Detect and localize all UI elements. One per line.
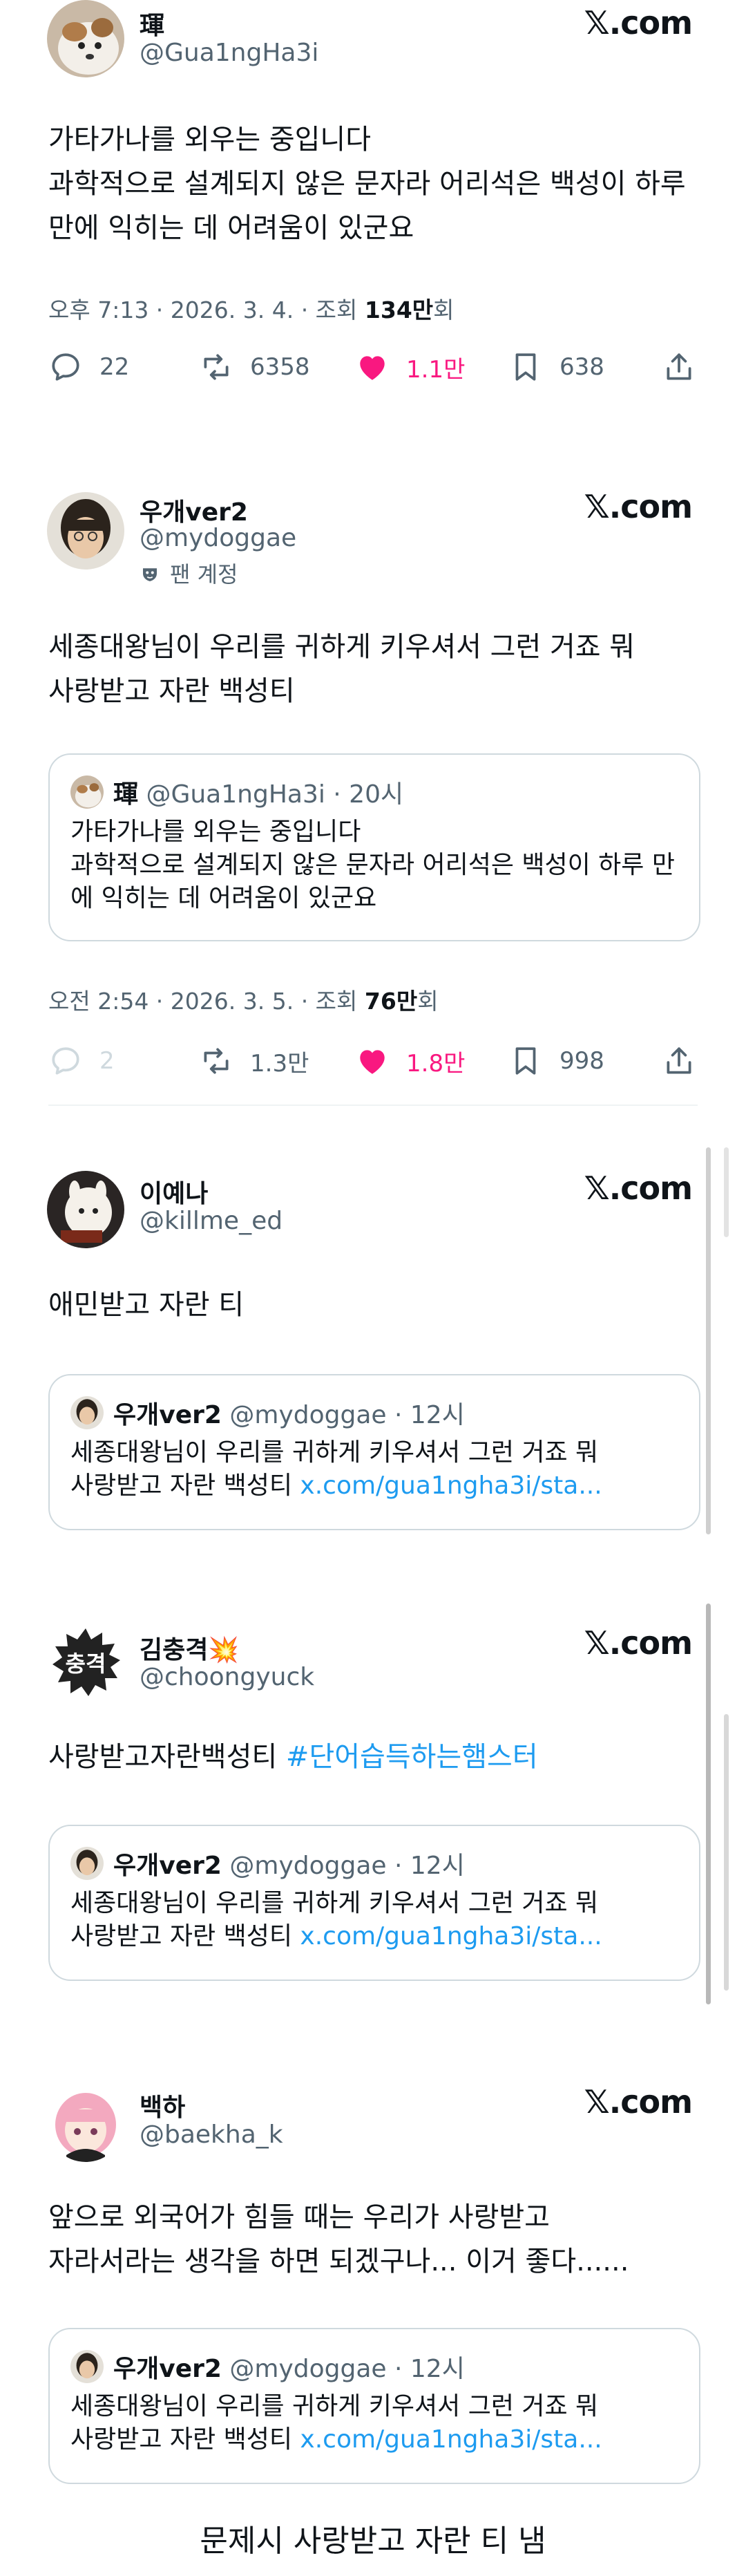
scrollbar[interactable]	[724, 1147, 729, 1237]
post-text: 애민받고 자란 티	[48, 1289, 245, 1321]
avatar[interactable]	[47, 0, 124, 77]
repost-icon	[204, 354, 229, 380]
quoted-post[interactable]: 우개ver2 @mydoggae · 12시 세종대왕님이 우리를 귀하게 키우…	[48, 1825, 700, 1981]
bookmark-icon	[515, 353, 536, 381]
author-name[interactable]: 백하	[140, 2087, 185, 2123]
like-button[interactable]: 1.1만	[355, 343, 465, 391]
share-button[interactable]	[662, 343, 713, 391]
repost-icon	[204, 1048, 229, 1074]
quoted-author: 琿 @Gua1ngHa3i · 20시	[113, 780, 404, 809]
quoted-link[interactable]: x.com/gua1ngha3i/sta...	[300, 2425, 602, 2454]
scrollbar[interactable]	[724, 1714, 729, 1991]
avatar	[70, 1396, 104, 1429]
heart-filled-icon	[360, 356, 385, 380]
bookmark-button[interactable]: 998	[508, 1037, 604, 1085]
x-com-watermark: 𝕏.com	[584, 488, 693, 525]
action-bar: 22 6358 1.1만 638	[48, 343, 698, 391]
quoted-author: 우개ver2 @mydoggae · 12시	[113, 1852, 465, 1880]
post-text: 사랑받고자란백성티 #단어습득하는햄스터	[48, 1741, 538, 1773]
author-handle[interactable]: @baekha_k	[140, 2121, 283, 2149]
quoted-text: 세종대왕님이 우리를 귀하게 키우셔서 그런 거죠 뭐 사랑받고 자란 백성티 x…	[70, 1438, 602, 1500]
bottom-caption: 문제시 사랑받고 자란 티 냄	[200, 2523, 546, 2559]
avatar[interactable]	[47, 1171, 124, 1248]
avatar[interactable]: 충격	[47, 1624, 124, 1702]
action-bar: 2 1.3만 1.8만 998	[48, 1037, 698, 1085]
post-meta: 오전 2:54 · 2026. 3. 5. · 조회 76만회	[48, 988, 439, 1015]
quoted-post[interactable]: 우개ver2 @mydoggae · 12시 세종대왕님이 우리를 귀하게 키우…	[48, 2328, 700, 2484]
avatar-text: 충격	[66, 1651, 106, 1677]
share-button[interactable]	[662, 1037, 713, 1085]
avatar[interactable]	[47, 492, 124, 570]
x-com-watermark: 𝕏.com	[584, 1624, 693, 1662]
mask-icon	[140, 564, 160, 585]
author-handle[interactable]: @killme_ed	[140, 1207, 283, 1235]
quoted-text: 세종대왕님이 우리를 귀하게 키우셔서 그런 거죠 뭐 사랑받고 자란 백성티 x…	[70, 1889, 602, 1950]
bookmark-button[interactable]: 638	[508, 343, 604, 391]
quoted-text: 가타가나를 외우는 중입니다 과학적으로 설계되지 않은 문자라 어리석은 백성…	[70, 818, 675, 912]
post-meta: 오후 7:13 · 2026. 3. 4. · 조회 134만회	[48, 297, 455, 323]
quoted-post[interactable]: 琿 @Gua1ngHa3i · 20시 가타가나를 외우는 중입니다 과학적으로…	[48, 753, 700, 941]
reply-icon	[52, 353, 79, 381]
bookmark-icon	[515, 1047, 536, 1075]
reply-icon	[52, 1047, 79, 1075]
quoted-link[interactable]: x.com/gua1ngha3i/sta...	[300, 1472, 602, 1500]
scrollbar[interactable]	[706, 1604, 711, 2004]
repost-button[interactable]: 1.3만	[199, 1037, 309, 1085]
quoted-text: 세종대왕님이 우리를 귀하게 키우셔서 그런 거죠 뭐 사랑받고 자란 백성티 x…	[70, 2392, 602, 2454]
quoted-link[interactable]: x.com/gua1ngha3i/sta...	[300, 1922, 602, 1950]
collision-emoji: 💥	[208, 1636, 240, 1664]
like-button[interactable]: 1.8만	[355, 1037, 465, 1085]
post-text: 가타가나를 외우는 중입니다 과학적으로 설계되지 않은 문자라 어리석은 백성…	[48, 124, 686, 244]
post-text: 앞으로 외국어가 힘들 때는 우리가 사랑받고 자라서라는 생각을 하면 되겠구…	[48, 2201, 629, 2277]
quoted-post[interactable]: 우개ver2 @mydoggae · 12시 세종대왕님이 우리를 귀하게 키우…	[48, 1374, 700, 1530]
fan-account-label: 팬 계정	[140, 557, 238, 589]
x-com-watermark: 𝕏.com	[584, 1169, 693, 1207]
divider	[48, 1104, 698, 1106]
scrollbar[interactable]	[706, 1147, 711, 1534]
repost-button[interactable]: 6358	[199, 343, 310, 391]
share-icon	[667, 353, 691, 380]
author-name[interactable]: 김충격💥	[140, 1630, 239, 1666]
author-handle[interactable]: @mydoggae	[140, 524, 296, 552]
avatar	[70, 775, 104, 809]
avatar	[70, 2350, 104, 2383]
author-name[interactable]: 琿	[140, 6, 164, 41]
author-handle[interactable]: @choongyuck	[140, 1663, 314, 1691]
quoted-author: 우개ver2 @mydoggae · 12시	[113, 2355, 465, 2383]
avatar[interactable]	[47, 2085, 124, 2162]
quoted-author: 우개ver2 @mydoggae · 12시	[113, 1401, 465, 1429]
author-handle[interactable]: @Gua1ngHa3i	[140, 39, 318, 67]
avatar	[70, 1847, 104, 1880]
reply-button[interactable]: 2	[48, 1037, 115, 1085]
author-name[interactable]: 이예나	[140, 1174, 208, 1210]
post-text: 세종대왕님이 우리를 귀하게 키우셔서 그런 거죠 뭐 사랑받고 자란 백성티	[48, 631, 635, 707]
author-name[interactable]: 우개ver2	[140, 492, 248, 528]
share-icon	[667, 1047, 691, 1074]
x-com-watermark: 𝕏.com	[584, 4, 693, 41]
x-com-watermark: 𝕏.com	[584, 2083, 693, 2121]
hashtag-link[interactable]: #단어습득하는햄스터	[286, 1741, 538, 1773]
heart-filled-icon	[360, 1050, 385, 1074]
reply-button[interactable]: 22	[48, 343, 129, 391]
